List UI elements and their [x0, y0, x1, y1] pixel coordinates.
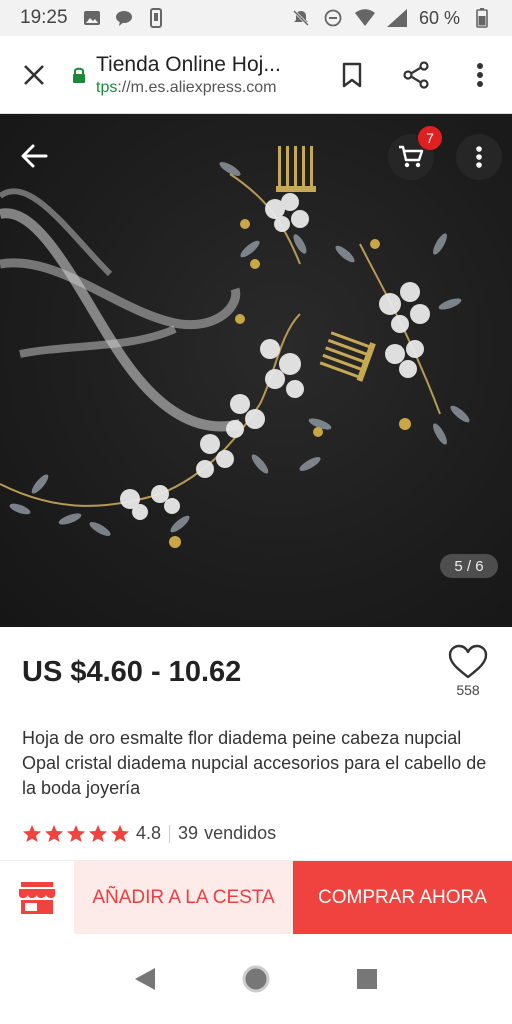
star-icon	[89, 824, 107, 842]
buy-now-button[interactable]: COMPRAR AHORA	[293, 861, 512, 935]
cart-icon	[399, 145, 424, 168]
nav-home-icon	[242, 965, 270, 993]
vibrate-notification-icon	[146, 8, 166, 28]
star-icon	[111, 824, 129, 842]
more-vert-icon	[477, 62, 483, 87]
address-bar[interactable]: Tienda Online Hoj... tps://m.es.aliexpre…	[96, 53, 320, 97]
nav-back-button[interactable]	[121, 955, 169, 1003]
more-vert-icon	[476, 146, 482, 168]
chat-notification-icon	[114, 8, 134, 28]
gallery-more-button[interactable]	[456, 134, 502, 180]
star-icon	[67, 824, 85, 842]
close-tab-button[interactable]	[0, 36, 68, 114]
battery-percent: 60 %	[418, 7, 460, 28]
product-title: Hoja de oro esmalte flor diadema peine c…	[22, 728, 487, 798]
rating-divider	[169, 824, 171, 843]
product-price: US $4.60 - 10.62	[22, 656, 242, 688]
cart-button[interactable]: 7	[388, 126, 442, 180]
nav-recents-button[interactable]	[343, 955, 391, 1003]
star-rating	[22, 824, 130, 844]
product-image-gallery[interactable]: 7 5 / 6	[0, 114, 512, 627]
page-url: tps://m.es.aliexpress.com	[96, 79, 320, 97]
cart-count-badge: 7	[418, 126, 442, 150]
browser-toolbar: Tienda Online Hoj... tps://m.es.aliexpre…	[0, 36, 512, 114]
back-arrow-icon	[21, 144, 48, 168]
lock-icon	[68, 66, 90, 84]
heart-icon	[448, 644, 488, 679]
url-host: ://m.es.aliexpress.com	[117, 78, 277, 96]
bookmark-icon	[342, 62, 362, 87]
url-scheme: tps	[96, 78, 118, 96]
share-button[interactable]	[384, 36, 448, 114]
mute-icon	[291, 8, 311, 28]
store-button[interactable]	[0, 861, 74, 935]
page-title: Tienda Online Hoj...	[96, 52, 281, 76]
battery-icon	[472, 8, 492, 28]
wifi-icon	[354, 8, 375, 28]
sold-label: vendidos	[204, 823, 277, 843]
purchase-action-bar: AÑADIR A LA CESTA COMPRAR AHORA	[0, 860, 512, 935]
store-icon	[19, 882, 55, 914]
system-navigation-bar	[0, 934, 512, 1024]
star-icon	[23, 824, 41, 842]
rating-summary[interactable]: 4.8 39 vendidos	[22, 823, 276, 844]
status-time: 19:25	[20, 7, 68, 28]
nav-recents-icon	[356, 969, 377, 989]
product-photo	[0, 146, 470, 548]
add-to-cart-button[interactable]: AÑADIR A LA CESTA	[74, 861, 293, 935]
gallery-page-indicator: 5 / 6	[440, 554, 498, 578]
rating-value: 4.8	[136, 823, 162, 843]
gallery-back-button[interactable]	[12, 134, 56, 178]
wishlist-button[interactable]: 558	[444, 644, 492, 698]
signal-icon	[386, 8, 407, 28]
status-bar: 19:25 60 %	[0, 0, 512, 36]
nav-home-button[interactable]	[232, 955, 280, 1003]
do-not-disturb-icon	[323, 8, 343, 28]
bookmark-button[interactable]	[320, 36, 384, 114]
sold-count: 39	[178, 823, 199, 843]
wishlist-count: 558	[456, 682, 480, 698]
share-icon	[403, 60, 429, 89]
nav-back-icon	[135, 968, 156, 990]
close-icon	[24, 64, 44, 85]
image-notification-icon	[82, 8, 102, 28]
star-icon	[45, 824, 63, 842]
browser-menu-button[interactable]	[448, 36, 512, 114]
